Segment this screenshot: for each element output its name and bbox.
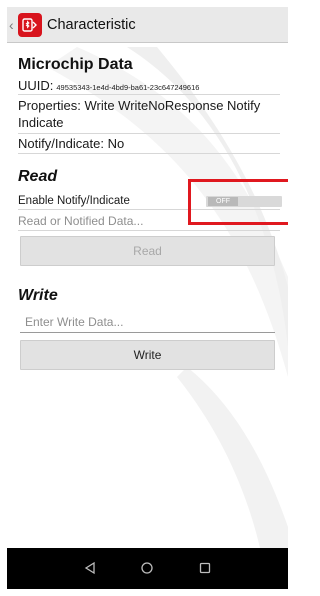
app-bar: ‹ Characteristic bbox=[7, 7, 288, 43]
read-button[interactable]: Read bbox=[20, 236, 275, 266]
read-data-field: Read or Notified Data... bbox=[18, 214, 280, 231]
service-title: Microchip Data bbox=[18, 56, 133, 73]
phone-screen: ‹ Characteristic Microchip Data UUID: 49… bbox=[7, 7, 288, 589]
app-logo-icon[interactable] bbox=[18, 12, 42, 37]
app-title: Characteristic bbox=[47, 16, 136, 33]
write-section-title: Write bbox=[18, 287, 58, 304]
notify-indicate-status: Notify/Indicate: No bbox=[18, 136, 280, 154]
uuid-label: UUID: bbox=[18, 78, 54, 93]
write-data-input[interactable] bbox=[20, 312, 275, 333]
uuid-value: 49535343-1e4d-4bd9-ba61-23c647249616 bbox=[56, 83, 200, 92]
nav-recents-icon[interactable] bbox=[197, 560, 213, 576]
uuid-row: UUID: 49535343-1e4d-4bd9-ba61-23c6472496… bbox=[18, 78, 280, 95]
nav-home-icon[interactable] bbox=[139, 560, 155, 576]
system-nav-bar bbox=[7, 548, 288, 589]
properties-text: Properties: Write WriteNoResponse Notify… bbox=[18, 97, 280, 134]
back-chevron-icon[interactable]: ‹ bbox=[9, 18, 17, 32]
enable-notify-label: Enable Notify/Indicate bbox=[18, 194, 130, 207]
nav-back-icon[interactable] bbox=[82, 560, 98, 576]
write-button[interactable]: Write bbox=[20, 340, 275, 370]
